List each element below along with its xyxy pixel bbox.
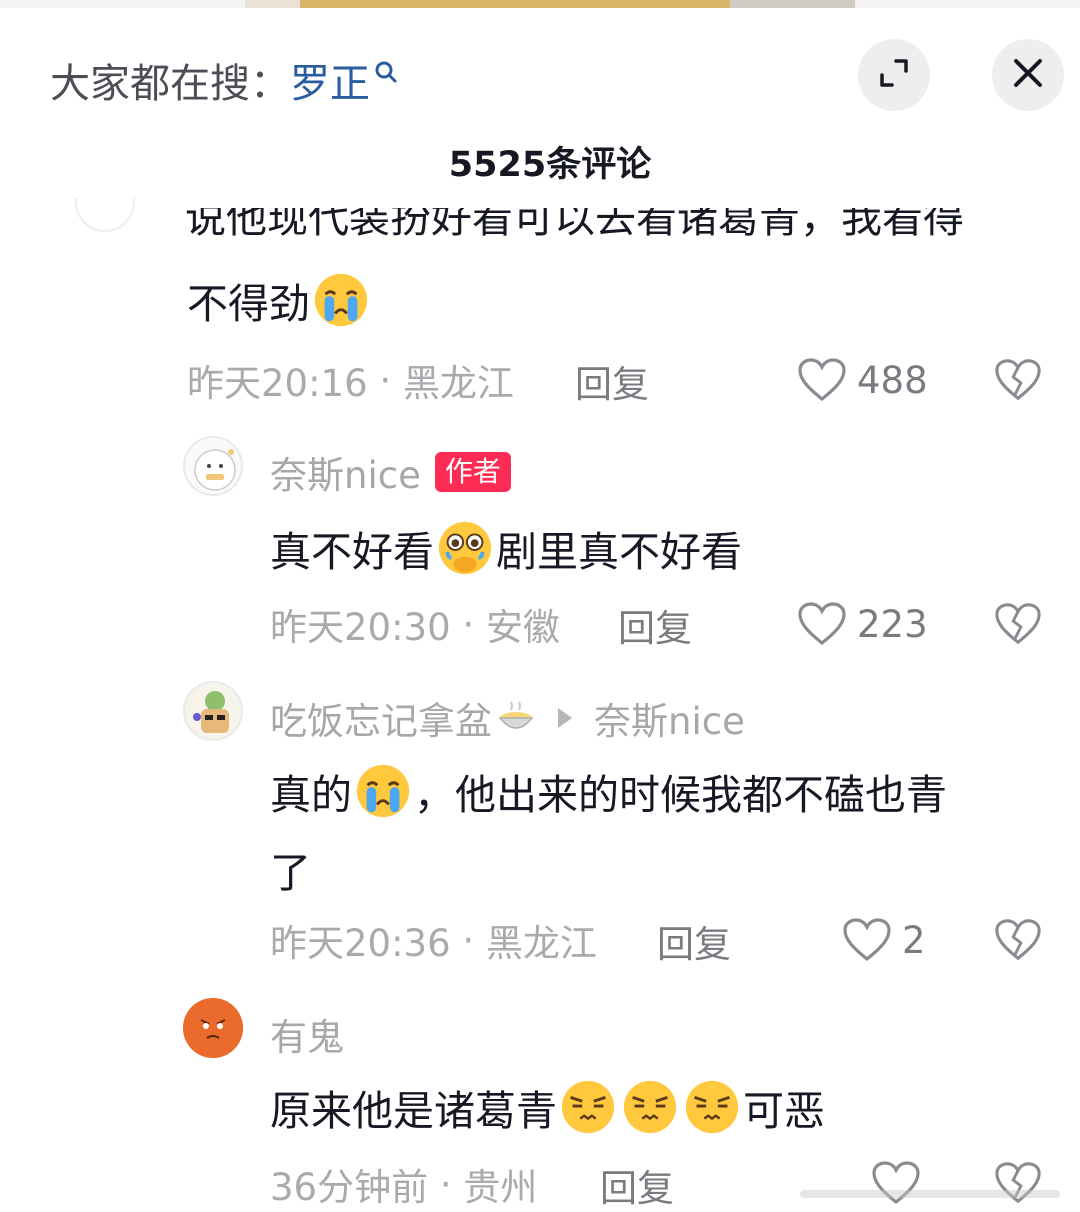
heart-icon[interactable]: [871, 1160, 921, 1206]
like-count: 223: [857, 602, 928, 646]
heart-icon: [798, 358, 846, 402]
crying-emoji: [314, 273, 368, 327]
watermark-bar: [800, 1190, 1060, 1198]
comment-text: 真的 ，他出来的时候我都不磕也青: [270, 756, 947, 826]
comment-meta: 昨天20:16 · 黑龙江: [187, 358, 514, 406]
reply-to-username[interactable]: 奈斯nice: [594, 691, 745, 745]
comment-text: 真不好看 剧里真不好看: [270, 513, 742, 583]
like-button[interactable]: 488: [797, 348, 928, 412]
comment-author-row: 有鬼: [270, 1004, 344, 1064]
like-button[interactable]: 223: [797, 592, 928, 656]
dislike-icon[interactable]: [994, 357, 1042, 403]
comment-author-row: 吃饭忘记拿盆 奈斯nice: [270, 688, 745, 748]
avatar[interactable]: [183, 681, 243, 741]
close-button[interactable]: [992, 39, 1064, 111]
expand-button[interactable]: [858, 39, 930, 111]
reply-button[interactable]: 回复: [618, 598, 692, 652]
comment-text-continued: 了: [270, 849, 311, 897]
like-button[interactable]: 2: [842, 908, 926, 972]
expand-icon: [876, 55, 912, 95]
heart-icon: [843, 918, 891, 962]
like-count: 2: [902, 918, 926, 962]
reply-button[interactable]: 回复: [575, 354, 649, 408]
like-count: 488: [857, 358, 928, 402]
bowl-emoji: [498, 701, 534, 729]
annoyed-emoji: [561, 1080, 615, 1134]
comment-author-row: 奈斯nice 作者: [270, 442, 511, 502]
comment-count-title: 5525条评论: [448, 145, 652, 185]
dislike-icon[interactable]: [994, 601, 1042, 647]
reply-to-arrow-icon: [558, 708, 572, 728]
avatar[interactable]: [75, 198, 135, 238]
comment-meta: 36分钟前 · 贵州: [270, 1162, 538, 1210]
video-preview-strip: [0, 0, 1080, 8]
username[interactable]: 吃饭忘记拿盆: [270, 691, 492, 745]
comment-text-partial: 说他现代装扮好看可以去看诸葛青，我看得: [185, 208, 964, 242]
annoyed-emoji: [685, 1080, 739, 1134]
close-icon: [1012, 57, 1044, 93]
comment-meta: 昨天20:30 · 安徽: [270, 602, 560, 650]
dislike-icon[interactable]: [994, 1160, 1042, 1206]
search-suggestion-label: 大家都在搜：: [50, 61, 290, 107]
author-badge: 作者: [434, 452, 511, 492]
holding-back-tears-emoji: [438, 521, 492, 575]
reply-button[interactable]: 回复: [657, 914, 731, 968]
search-suggestion[interactable]: 大家都在搜： 罗正: [50, 50, 398, 110]
dislike-icon[interactable]: [994, 917, 1042, 963]
search-suggestion-keyword[interactable]: 罗正: [290, 51, 370, 109]
comment-sheet: 大家都在搜： 罗正 5525条评论 说他现代装扮好看可以去看诸葛青，我看得 不得…: [0, 8, 1080, 1212]
crying-emoji: [356, 764, 410, 818]
heart-icon: [798, 602, 846, 646]
reply-button[interactable]: 回复: [600, 1158, 674, 1212]
username[interactable]: 奈斯nice: [270, 445, 421, 499]
comment-text: 原来他是诸葛青 可恶: [270, 1072, 825, 1142]
comment-meta: 昨天20:36 · 黑龙江: [270, 918, 597, 966]
username[interactable]: 有鬼: [270, 1007, 344, 1061]
search-icon: [374, 60, 398, 100]
avatar[interactable]: [183, 436, 243, 496]
annoyed-emoji: [623, 1080, 677, 1134]
comment-text: 不得劲: [187, 265, 372, 335]
avatar[interactable]: [183, 998, 243, 1058]
